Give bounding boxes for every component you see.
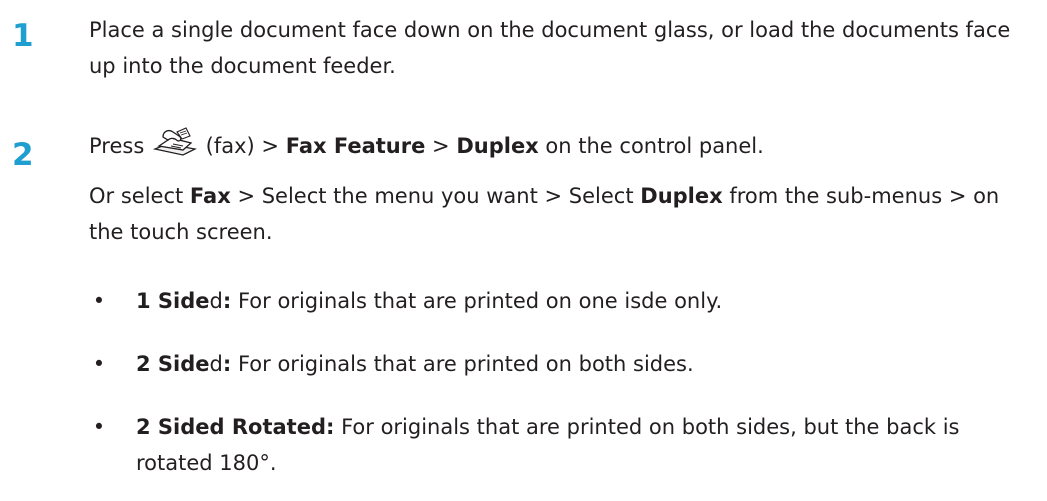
fax-feature-label: Fax Feature (285, 134, 426, 158)
step-2-line-2: Or select Fax > Select the menu you want… (89, 178, 1029, 250)
control-panel-text: on the control panel. (545, 134, 764, 158)
option-name: 2 Sided Rotated: (136, 415, 335, 439)
option-description: For originals that are printed on one is… (237, 289, 723, 313)
option-colon: : (222, 289, 232, 313)
option-name: 2 Side (136, 352, 210, 376)
step-number-1: 1 (12, 18, 34, 54)
or-select-text: Or select (89, 184, 184, 208)
bullet-text: 2 Sided Rotated: For originals that are … (136, 409, 1016, 481)
bullet-icon: • (92, 415, 106, 439)
bullet-icon: • (92, 289, 106, 313)
step-2-line-1: Press (fax) > Fax Feature > Duplex on th… (89, 127, 1029, 164)
option-description: For originals that are printed on both s… (237, 352, 694, 376)
bullet-text: 2 Sided: For originals that are printed … (136, 346, 1016, 382)
option-name-suffix: d (209, 289, 223, 313)
step-2-text: Press (fax) > Fax Feature > Duplex on th… (89, 127, 1029, 250)
duplex-menu-label: Duplex (640, 184, 723, 208)
bullet-text: 1 Sided: For originals that are printed … (136, 283, 1016, 319)
fax-label: (fax) > (205, 134, 280, 158)
select-menu-text: > Select the menu you want > Select (237, 184, 634, 208)
step-1-text: Place a single document face down on the… (89, 12, 1029, 84)
press-text: Press (89, 134, 145, 158)
fax-icon (152, 127, 198, 157)
fax-menu-label: Fax (189, 184, 231, 208)
option-colon: : (222, 352, 232, 376)
separator: > (432, 134, 450, 158)
option-name-suffix: d (209, 352, 223, 376)
duplex-label: Duplex (456, 134, 539, 158)
step-number-2: 2 (12, 137, 34, 173)
bullet-icon: • (92, 352, 106, 376)
step-1-paragraph: Place a single document face down on the… (89, 18, 1011, 78)
option-name: 1 Side (136, 289, 210, 313)
